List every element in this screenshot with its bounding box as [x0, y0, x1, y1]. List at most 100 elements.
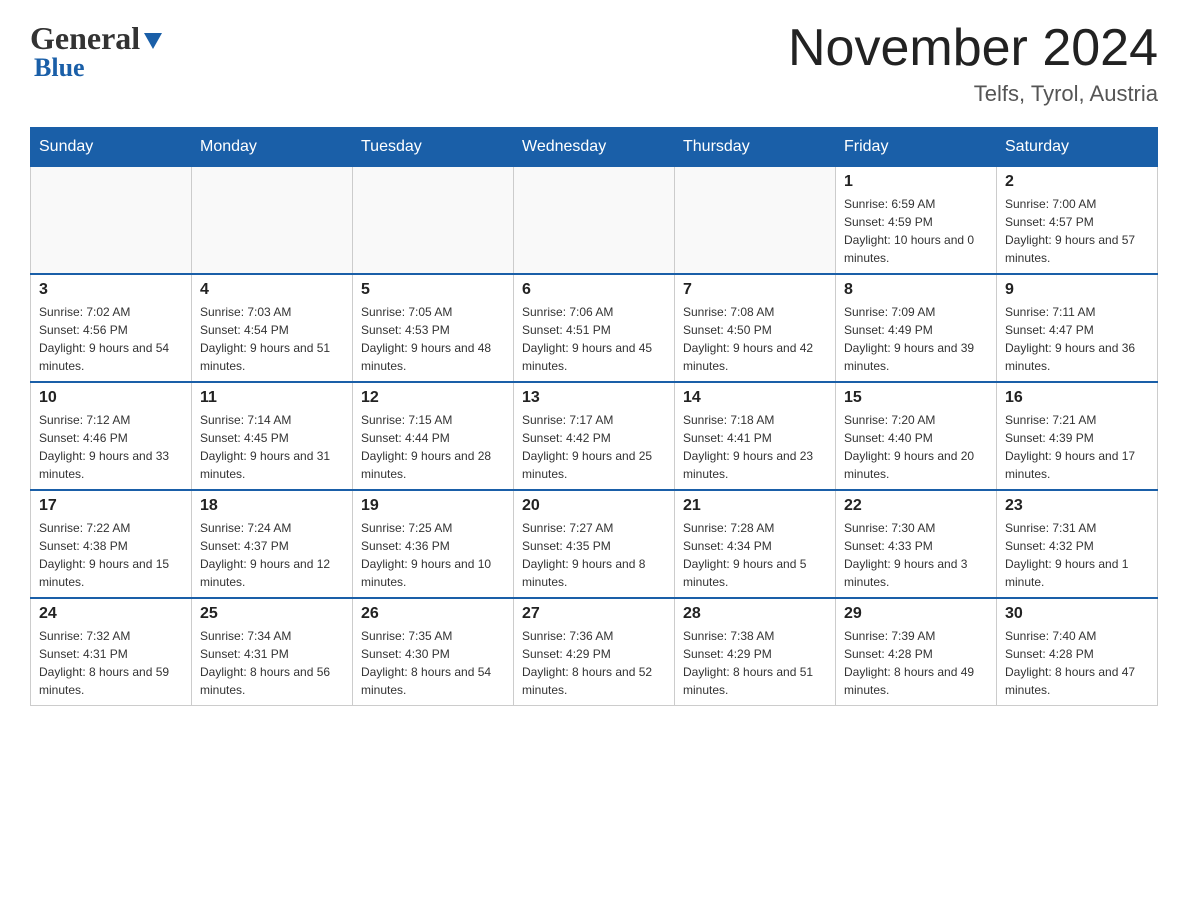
calendar-cell: [675, 167, 836, 275]
day-info: Sunrise: 7:35 AMSunset: 4:30 PMDaylight:…: [361, 627, 505, 699]
day-info: Sunrise: 7:28 AMSunset: 4:34 PMDaylight:…: [683, 519, 827, 591]
calendar-cell: 8 Sunrise: 7:09 AMSunset: 4:49 PMDaylight…: [836, 274, 997, 382]
calendar-week-row-2: 3 Sunrise: 7:02 AMSunset: 4:56 PMDaylight…: [31, 274, 1158, 382]
day-info: Sunrise: 7:14 AMSunset: 4:45 PMDaylight:…: [200, 411, 344, 483]
calendar-header-row: SundayMondayTuesdayWednesdayThursdayFrid…: [31, 128, 1158, 167]
calendar-cell: [514, 167, 675, 275]
logo-area: General Blue: [30, 20, 164, 83]
month-title: November 2024: [788, 20, 1158, 77]
day-number: 25: [200, 605, 344, 623]
calendar-cell: 29 Sunrise: 7:39 AMSunset: 4:28 PMDayligh…: [836, 598, 997, 706]
day-info: Sunrise: 7:21 AMSunset: 4:39 PMDaylight:…: [1005, 411, 1149, 483]
day-info: Sunrise: 7:31 AMSunset: 4:32 PMDaylight:…: [1005, 519, 1149, 591]
day-number: 15: [844, 389, 988, 407]
day-info: Sunrise: 7:30 AMSunset: 4:33 PMDaylight:…: [844, 519, 988, 591]
day-info: Sunrise: 7:06 AMSunset: 4:51 PMDaylight:…: [522, 303, 666, 375]
day-number: 1: [844, 173, 988, 191]
title-area: November 2024 Telfs, Tyrol, Austria: [788, 20, 1158, 107]
calendar-cell: 24Sunrise: 7:32 AMSunset: 4:31 PMDayligh…: [31, 598, 192, 706]
calendar-cell: 4Sunrise: 7:03 AMSunset: 4:54 PMDaylight…: [192, 274, 353, 382]
day-info: Sunrise: 7:08 AMSunset: 4:50 PMDaylight:…: [683, 303, 827, 375]
calendar-cell: 15Sunrise: 7:20 AMSunset: 4:40 PMDayligh…: [836, 382, 997, 490]
calendar-cell: 7 Sunrise: 7:08 AMSunset: 4:50 PMDaylight…: [675, 274, 836, 382]
day-number: 9: [1005, 281, 1149, 299]
day-info: Sunrise: 7:36 AMSunset: 4:29 PMDaylight:…: [522, 627, 666, 699]
day-number: 4: [200, 281, 344, 299]
calendar-cell: 5Sunrise: 7:05 AMSunset: 4:53 PMDaylight…: [353, 274, 514, 382]
day-number: 26: [361, 605, 505, 623]
calendar-cell: 18 Sunrise: 7:24 AMSunset: 4:37 PMDayligh…: [192, 490, 353, 598]
day-info: Sunrise: 7:40 AMSunset: 4:28 PMDaylight:…: [1005, 627, 1149, 699]
day-number: 27: [522, 605, 666, 623]
calendar-header-friday: Friday: [836, 128, 997, 167]
page-header: General Blue November 2024 Telfs, Tyrol,…: [30, 20, 1158, 107]
day-info: Sunrise: 7:32 AMSunset: 4:31 PMDaylight:…: [39, 627, 183, 699]
day-info: Sunrise: 7:09 AMSunset: 4:49 PMDaylight:…: [844, 303, 988, 375]
day-info: Sunrise: 7:27 AMSunset: 4:35 PMDaylight:…: [522, 519, 666, 591]
logo-blue-text: Blue: [34, 53, 85, 83]
calendar-header-sunday: Sunday: [31, 128, 192, 167]
day-number: 17: [39, 497, 183, 515]
calendar-cell: [192, 167, 353, 275]
day-number: 12: [361, 389, 505, 407]
location-title: Telfs, Tyrol, Austria: [788, 81, 1158, 107]
day-number: 22: [844, 497, 988, 515]
day-number: 19: [361, 497, 505, 515]
calendar-cell: [31, 167, 192, 275]
day-info: Sunrise: 7:02 AMSunset: 4:56 PMDaylight:…: [39, 303, 183, 375]
calendar-cell: 12 Sunrise: 7:15 AMSunset: 4:44 PMDayligh…: [353, 382, 514, 490]
calendar-cell: 19Sunrise: 7:25 AMSunset: 4:36 PMDayligh…: [353, 490, 514, 598]
day-number: 3: [39, 281, 183, 299]
day-number: 18: [200, 497, 344, 515]
calendar-cell: 30 Sunrise: 7:40 AMSunset: 4:28 PMDayligh…: [997, 598, 1158, 706]
day-number: 21: [683, 497, 827, 515]
calendar-cell: 11Sunrise: 7:14 AMSunset: 4:45 PMDayligh…: [192, 382, 353, 490]
calendar-cell: 3 Sunrise: 7:02 AMSunset: 4:56 PMDaylight…: [31, 274, 192, 382]
calendar-cell: 6 Sunrise: 7:06 AMSunset: 4:51 PMDaylight…: [514, 274, 675, 382]
day-number: 23: [1005, 497, 1149, 515]
calendar-cell: 2Sunrise: 7:00 AMSunset: 4:57 PMDaylight…: [997, 167, 1158, 275]
calendar-header-tuesday: Tuesday: [353, 128, 514, 167]
logo: General: [30, 20, 164, 57]
day-number: 10: [39, 389, 183, 407]
calendar-header-saturday: Saturday: [997, 128, 1158, 167]
day-number: 20: [522, 497, 666, 515]
day-info: Sunrise: 7:18 AMSunset: 4:41 PMDaylight:…: [683, 411, 827, 483]
day-info: Sunrise: 7:39 AMSunset: 4:28 PMDaylight:…: [844, 627, 988, 699]
day-number: 8: [844, 281, 988, 299]
day-info: Sunrise: 7:12 AMSunset: 4:46 PMDaylight:…: [39, 411, 183, 483]
day-info: Sunrise: 7:22 AMSunset: 4:38 PMDaylight:…: [39, 519, 183, 591]
day-number: 30: [1005, 605, 1149, 623]
day-info: Sunrise: 7:24 AMSunset: 4:37 PMDaylight:…: [200, 519, 344, 591]
day-number: 29: [844, 605, 988, 623]
calendar-week-row-1: 1 Sunrise: 6:59 AMSunset: 4:59 PMDaylight…: [31, 167, 1158, 275]
calendar-cell: 17 Sunrise: 7:22 AMSunset: 4:38 PMDayligh…: [31, 490, 192, 598]
calendar-cell: 27 Sunrise: 7:36 AMSunset: 4:29 PMDayligh…: [514, 598, 675, 706]
calendar-cell: 26 Sunrise: 7:35 AMSunset: 4:30 PMDayligh…: [353, 598, 514, 706]
logo-general-text: General: [30, 20, 140, 57]
day-number: 16: [1005, 389, 1149, 407]
calendar-cell: 13Sunrise: 7:17 AMSunset: 4:42 PMDayligh…: [514, 382, 675, 490]
calendar-cell: 23 Sunrise: 7:31 AMSunset: 4:32 PMDayligh…: [997, 490, 1158, 598]
calendar-week-row-4: 17 Sunrise: 7:22 AMSunset: 4:38 PMDayligh…: [31, 490, 1158, 598]
day-number: 7: [683, 281, 827, 299]
calendar-week-row-3: 10 Sunrise: 7:12 AMSunset: 4:46 PMDayligh…: [31, 382, 1158, 490]
calendar-cell: 14 Sunrise: 7:18 AMSunset: 4:41 PMDayligh…: [675, 382, 836, 490]
day-number: 2: [1005, 173, 1149, 191]
day-info: Sunrise: 7:15 AMSunset: 4:44 PMDaylight:…: [361, 411, 505, 483]
calendar-cell: 20 Sunrise: 7:27 AMSunset: 4:35 PMDayligh…: [514, 490, 675, 598]
day-number: 28: [683, 605, 827, 623]
calendar-cell: 25 Sunrise: 7:34 AMSunset: 4:31 PMDayligh…: [192, 598, 353, 706]
calendar-cell: 21 Sunrise: 7:28 AMSunset: 4:34 PMDayligh…: [675, 490, 836, 598]
logo-triangle-icon: [142, 29, 164, 51]
day-info: Sunrise: 7:38 AMSunset: 4:29 PMDaylight:…: [683, 627, 827, 699]
day-number: 14: [683, 389, 827, 407]
calendar-cell: 28 Sunrise: 7:38 AMSunset: 4:29 PMDayligh…: [675, 598, 836, 706]
day-info: Sunrise: 6:59 AMSunset: 4:59 PMDaylight:…: [844, 195, 988, 267]
day-info: Sunrise: 7:11 AMSunset: 4:47 PMDaylight:…: [1005, 303, 1149, 375]
calendar-table: SundayMondayTuesdayWednesdayThursdayFrid…: [30, 127, 1158, 706]
day-info: Sunrise: 7:34 AMSunset: 4:31 PMDaylight:…: [200, 627, 344, 699]
day-number: 6: [522, 281, 666, 299]
calendar-cell: [353, 167, 514, 275]
calendar-cell: 10 Sunrise: 7:12 AMSunset: 4:46 PMDayligh…: [31, 382, 192, 490]
